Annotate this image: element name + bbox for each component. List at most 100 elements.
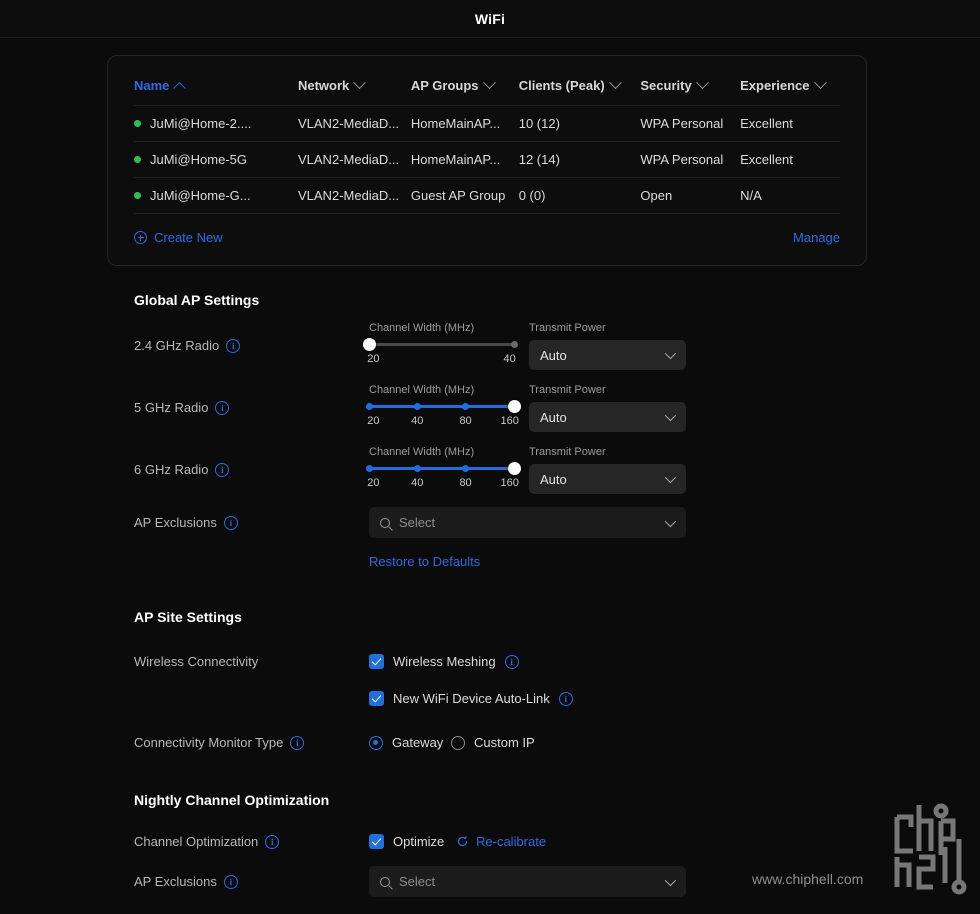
slider-tick [413, 465, 421, 472]
optimize-option[interactable]: Optimize [369, 834, 444, 849]
cell-security: WPA Personal [640, 105, 741, 142]
transmit-power-value: Auto [540, 347, 567, 363]
chevron-down-icon [608, 76, 622, 90]
cell-name: JuMi@Home-2.... [134, 105, 298, 142]
info-icon[interactable]: i [504, 654, 519, 669]
manage-button[interactable]: Manage [793, 230, 840, 245]
restore-to-defaults-label: Restore to Defaults [369, 554, 481, 569]
column-header-name[interactable]: Name [134, 74, 298, 106]
label-nightly-ap-exclusions-text: AP Exclusions [134, 874, 217, 889]
auto-link-checkbox[interactable] [369, 691, 384, 706]
global-ap-exclusions-value: Select [399, 515, 436, 530]
table-row[interactable]: JuMi@Home-2.... VLAN2-MediaD... HomeMain… [134, 105, 840, 142]
plus-circle-icon [134, 231, 147, 244]
slider-track[interactable] [365, 400, 521, 413]
column-header-ap-groups[interactable]: AP Groups [411, 74, 519, 106]
slider-track[interactable] [365, 462, 521, 475]
slider-track[interactable] [362, 338, 518, 351]
watermark-url: www.chiphell.com [752, 871, 864, 887]
slider-handle[interactable] [362, 338, 376, 351]
table-row[interactable]: JuMi@Home-5G VLAN2-MediaD... HomeMainAP.… [134, 141, 840, 178]
info-icon[interactable]: i [223, 515, 238, 530]
label-wireless-connectivity: Wireless Connectivity [134, 654, 258, 669]
column-header-clients[interactable]: Clients (Peak) [519, 74, 641, 106]
nightly-ap-exclusions-select[interactable]: Select [369, 866, 686, 897]
channel-width-label: Channel Width (MHz) [369, 384, 475, 396]
info-icon[interactable]: i [215, 462, 230, 477]
slider-tick-labels: 20 40 80 160 [367, 415, 519, 429]
monitor-gateway-option[interactable]: Gateway [369, 735, 443, 750]
chevron-down-icon [664, 347, 677, 360]
cell-security: WPA Personal [640, 141, 741, 178]
gateway-radio-button[interactable] [369, 735, 383, 750]
network-name: JuMi@Home-5G [150, 152, 247, 167]
label-global-ap-exclusions: AP Exclusions i [134, 515, 238, 530]
channel-width-slider-5ghz[interactable]: Channel Width (MHz) 20 40 80 160 [365, 384, 521, 429]
optimize-checkbox[interactable] [369, 834, 384, 849]
label-nightly-ap-exclusions: AP Exclusions i [134, 874, 238, 889]
slider-handle[interactable] [507, 462, 521, 475]
restore-to-defaults-button[interactable]: Restore to Defaults [369, 554, 480, 569]
wireless-meshing-option[interactable]: Wireless Meshing i [369, 654, 519, 669]
info-icon[interactable]: i [226, 338, 241, 353]
create-new-label: Create New [154, 230, 223, 245]
slider-tick-label: 80 [459, 415, 472, 427]
transmit-power-select-24ghz[interactable]: Auto [529, 340, 686, 370]
page-title: WiFi [474, 10, 506, 27]
label-24ghz-radio-text: 2.4 GHz Radio [134, 338, 220, 353]
slider-tick [462, 403, 470, 410]
chevron-down-icon [813, 76, 827, 90]
info-icon[interactable]: i [223, 874, 238, 889]
global-ap-settings-title: Global AP Settings [134, 292, 260, 308]
label-wireless-connectivity-text: Wireless Connectivity [134, 654, 259, 669]
slider-tick-label: 20 [367, 353, 380, 365]
cell-experience: Excellent [740, 105, 840, 142]
network-name: JuMi@Home-2.... [150, 116, 252, 131]
label-6ghz-radio: 6 GHz Radio i [134, 462, 230, 477]
wireless-meshing-checkbox[interactable] [369, 654, 384, 669]
create-new-button[interactable]: Create New [134, 230, 223, 245]
global-ap-exclusions-select[interactable]: Select [369, 507, 686, 538]
ap-site-settings-title: AP Site Settings [134, 609, 242, 625]
table-header-row: Name Network AP Groups Clients (Peak) Se… [134, 74, 840, 106]
column-header-network[interactable]: Network [298, 74, 411, 106]
info-icon[interactable]: i [290, 735, 305, 750]
channel-width-slider-24ghz[interactable]: Channel Width (MHz) 20 40 [362, 322, 518, 367]
column-header-security-label: Security [640, 78, 692, 93]
slider-tick [413, 403, 421, 410]
column-header-network-label: Network [297, 78, 350, 93]
custom-ip-radio-button[interactable] [451, 735, 465, 750]
cell-ap-groups: Guest AP Group [410, 177, 519, 213]
transmit-power-value: Auto [540, 409, 567, 425]
chevron-down-icon [664, 515, 677, 527]
status-dot-icon [134, 156, 141, 163]
channel-width-slider-6ghz[interactable]: Channel Width (MHz) 20 40 80 160 [365, 446, 521, 491]
label-connectivity-monitor-type: Connectivity Monitor Type i [134, 735, 305, 750]
transmit-power-select-5ghz[interactable]: Auto [529, 402, 686, 432]
column-header-security[interactable]: Security [640, 74, 740, 106]
info-icon[interactable]: i [265, 834, 280, 849]
label-24ghz-radio: 2.4 GHz Radio i [134, 338, 241, 353]
slider-tick-label: 40 [411, 415, 424, 427]
nightly-ap-exclusions-field: Select [369, 866, 686, 897]
search-icon [380, 517, 390, 528]
recalibrate-label: Re-calibrate [476, 834, 547, 849]
auto-link-option[interactable]: New WiFi Device Auto-Link i [369, 691, 573, 706]
info-icon[interactable]: i [558, 691, 573, 706]
recalibrate-button[interactable]: Re-calibrate [456, 834, 546, 849]
wireless-meshing-label: Wireless Meshing [393, 654, 496, 669]
channel-width-label: Channel Width (MHz) [369, 446, 475, 458]
cell-network: VLAN2-MediaD... [297, 141, 411, 178]
column-header-experience[interactable]: Experience [740, 74, 840, 106]
table-row[interactable]: JuMi@Home-G... VLAN2-MediaD... Guest AP … [134, 177, 840, 213]
transmit-power-select-6ghz[interactable]: Auto [529, 464, 686, 494]
label-channel-optimization: Channel Optimization i [134, 834, 280, 849]
network-name: JuMi@Home-G... [150, 188, 251, 203]
info-icon[interactable]: i [215, 400, 230, 415]
chevron-down-icon [664, 874, 677, 886]
slider-tick [510, 341, 518, 348]
auto-link-label: New WiFi Device Auto-Link [393, 691, 550, 706]
cell-experience: N/A [740, 177, 840, 213]
monitor-custom-ip-option[interactable]: Custom IP [451, 735, 535, 750]
slider-handle[interactable] [507, 400, 521, 413]
